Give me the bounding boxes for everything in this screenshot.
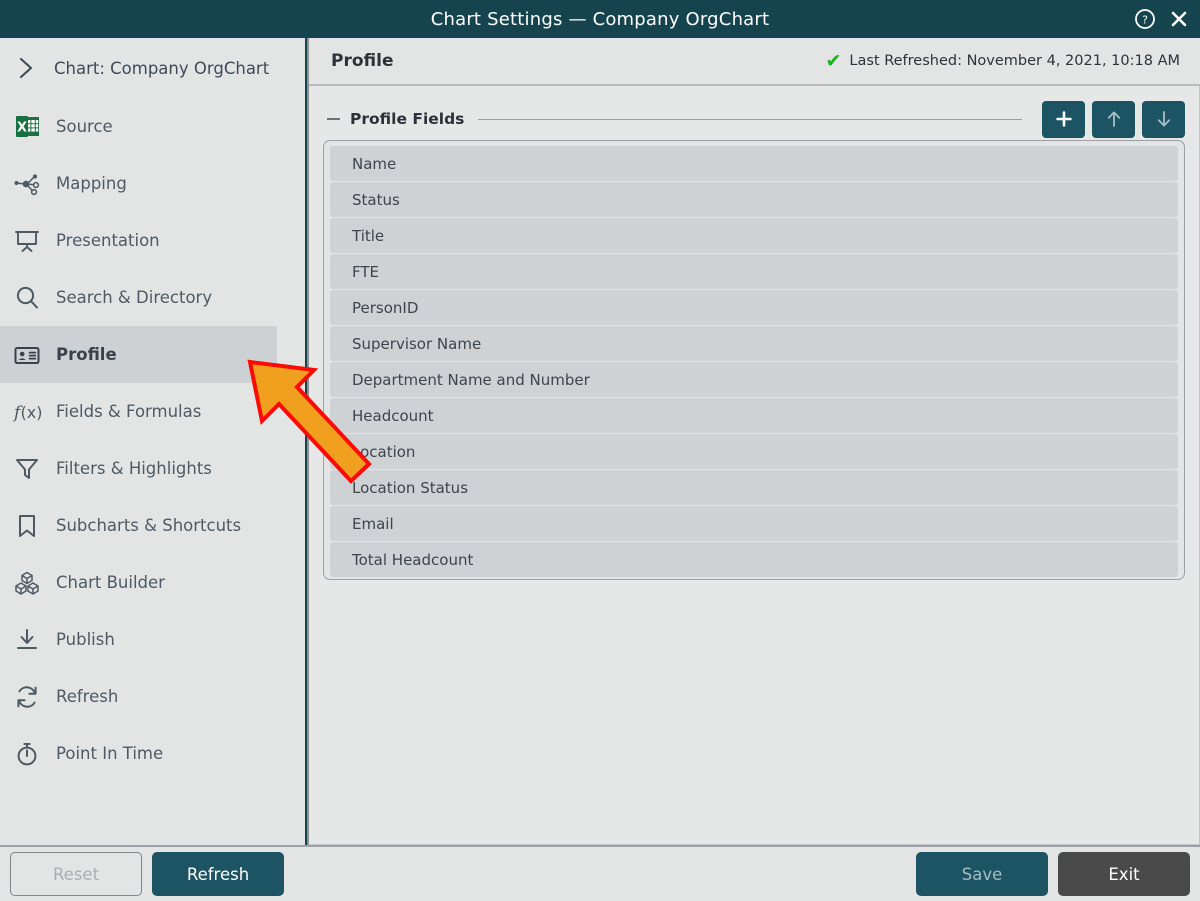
sidebar-item-mapping[interactable]: Mapping: [0, 155, 305, 212]
question-circle-icon[interactable]: ?: [1134, 8, 1156, 30]
sidebar-item-label: Chart Builder: [56, 573, 165, 592]
refresh-button[interactable]: Refresh: [152, 852, 284, 896]
svg-text:(x): (x): [21, 403, 43, 422]
sidebar-item-label: Profile: [56, 345, 117, 364]
sidebar-item-label: Source: [56, 117, 113, 136]
refresh-cycle-icon: [12, 682, 42, 712]
sidebar-item-subcharts-shortcuts[interactable]: Subcharts & Shortcuts: [0, 497, 305, 554]
list-item[interactable]: Email: [330, 506, 1178, 541]
list-item[interactable]: Headcount: [330, 398, 1178, 433]
sidebar-chart-label: Chart: Company OrgChart: [54, 59, 269, 78]
settings-sidebar: Chart: Company OrgChart: [0, 38, 307, 845]
svg-text:?: ?: [1142, 14, 1148, 27]
save-button[interactable]: Save: [916, 852, 1048, 896]
group-title: Profile Fields: [350, 110, 464, 128]
profile-fields-list: Name Status Title FTE PersonID Superviso…: [323, 140, 1185, 580]
list-item[interactable]: Title: [330, 218, 1178, 253]
green-check-icon: ✔: [825, 52, 841, 71]
sidebar-chart-entry[interactable]: Chart: Company OrgChart: [0, 38, 305, 98]
arrow-down-icon: [1155, 109, 1173, 129]
svg-text:X: X: [16, 121, 26, 136]
window-title: Chart Settings — Company OrgChart: [431, 9, 770, 30]
sidebar-item-point-in-time[interactable]: Point In Time: [0, 725, 305, 782]
main-panel: Profile ✔ Last Refreshed: November 4, 20…: [307, 38, 1200, 845]
sidebar-item-filters-highlights[interactable]: Filters & Highlights: [0, 440, 305, 497]
chevron-right-icon: [12, 56, 40, 80]
group-divider: [478, 119, 1022, 120]
dialog-footer: Reset Refresh Save Exit: [0, 845, 1200, 901]
profile-fields-group-header: Profile Fields: [323, 98, 1185, 140]
sidebar-item-label: Fields & Formulas: [56, 402, 201, 421]
list-item[interactable]: Location Status: [330, 470, 1178, 505]
bookmark-icon: [12, 511, 42, 541]
sidebar-item-search-directory[interactable]: Search & Directory: [0, 269, 305, 326]
sidebar-item-label: Presentation: [56, 231, 160, 250]
download-publish-icon: [12, 625, 42, 655]
close-icon[interactable]: [1168, 8, 1190, 30]
funnel-filter-icon: [12, 454, 42, 484]
list-item[interactable]: Supervisor Name: [330, 326, 1178, 361]
main-panel-header: Profile ✔ Last Refreshed: November 4, 20…: [309, 38, 1200, 86]
list-item[interactable]: Total Headcount: [330, 542, 1178, 577]
window-controls: ?: [1134, 0, 1190, 38]
move-field-down-button[interactable]: [1142, 101, 1185, 138]
plus-icon: [1055, 110, 1073, 128]
profile-fields-toolbar: [1042, 101, 1185, 138]
window-titlebar: Chart Settings — Company OrgChart ?: [0, 0, 1200, 38]
list-item[interactable]: PersonID: [330, 290, 1178, 325]
sidebar-item-label: Publish: [56, 630, 115, 649]
list-item[interactable]: Location: [330, 434, 1178, 469]
chart-settings-window: Chart Settings — Company OrgChart ?: [0, 0, 1200, 901]
sidebar-item-label: Refresh: [56, 687, 118, 706]
window-body: Chart: Company OrgChart: [0, 38, 1200, 845]
sidebar-item-publish[interactable]: Publish: [0, 611, 305, 668]
reset-button[interactable]: Reset: [10, 852, 142, 896]
move-field-up-button[interactable]: [1092, 101, 1135, 138]
sidebar-item-label: Subcharts & Shortcuts: [56, 516, 241, 535]
id-card-icon: [12, 340, 42, 370]
node-graph-icon: [12, 169, 42, 199]
sidebar-item-refresh[interactable]: Refresh: [0, 668, 305, 725]
magnifier-icon: [12, 283, 42, 313]
sidebar-item-label: Search & Directory: [56, 288, 212, 307]
function-fx-icon: f (x): [12, 397, 42, 427]
page-title: Profile: [331, 51, 393, 71]
last-refreshed-text: Last Refreshed: November 4, 2021, 10:18 …: [849, 53, 1180, 69]
presentation-screen-icon: [12, 226, 42, 256]
sidebar-item-fields-formulas[interactable]: f (x) Fields & Formulas: [0, 383, 305, 440]
sidebar-item-profile[interactable]: Profile: [0, 326, 277, 383]
last-refreshed-status: ✔ Last Refreshed: November 4, 2021, 10:1…: [825, 52, 1180, 71]
sidebar-item-presentation[interactable]: Presentation: [0, 212, 305, 269]
exit-button[interactable]: Exit: [1058, 852, 1190, 896]
list-item[interactable]: Department Name and Number: [330, 362, 1178, 397]
list-item[interactable]: Status: [330, 182, 1178, 217]
sidebar-item-label: Mapping: [56, 174, 127, 193]
stopwatch-icon: [12, 739, 42, 769]
main-panel-content: Profile Fields: [309, 86, 1200, 845]
list-item[interactable]: Name: [330, 146, 1178, 181]
minus-collapse-icon[interactable]: [327, 118, 340, 120]
list-item[interactable]: FTE: [330, 254, 1178, 289]
sidebar-item-label: Filters & Highlights: [56, 459, 212, 478]
sidebar-item-label: Point In Time: [56, 744, 163, 763]
blocks-cube-icon: [12, 568, 42, 598]
sidebar-item-source[interactable]: X Source: [0, 98, 305, 155]
add-field-button[interactable]: [1042, 101, 1085, 138]
sidebar-item-chart-builder[interactable]: Chart Builder: [0, 554, 305, 611]
arrow-up-icon: [1105, 109, 1123, 129]
excel-spreadsheet-icon: X: [12, 112, 42, 142]
